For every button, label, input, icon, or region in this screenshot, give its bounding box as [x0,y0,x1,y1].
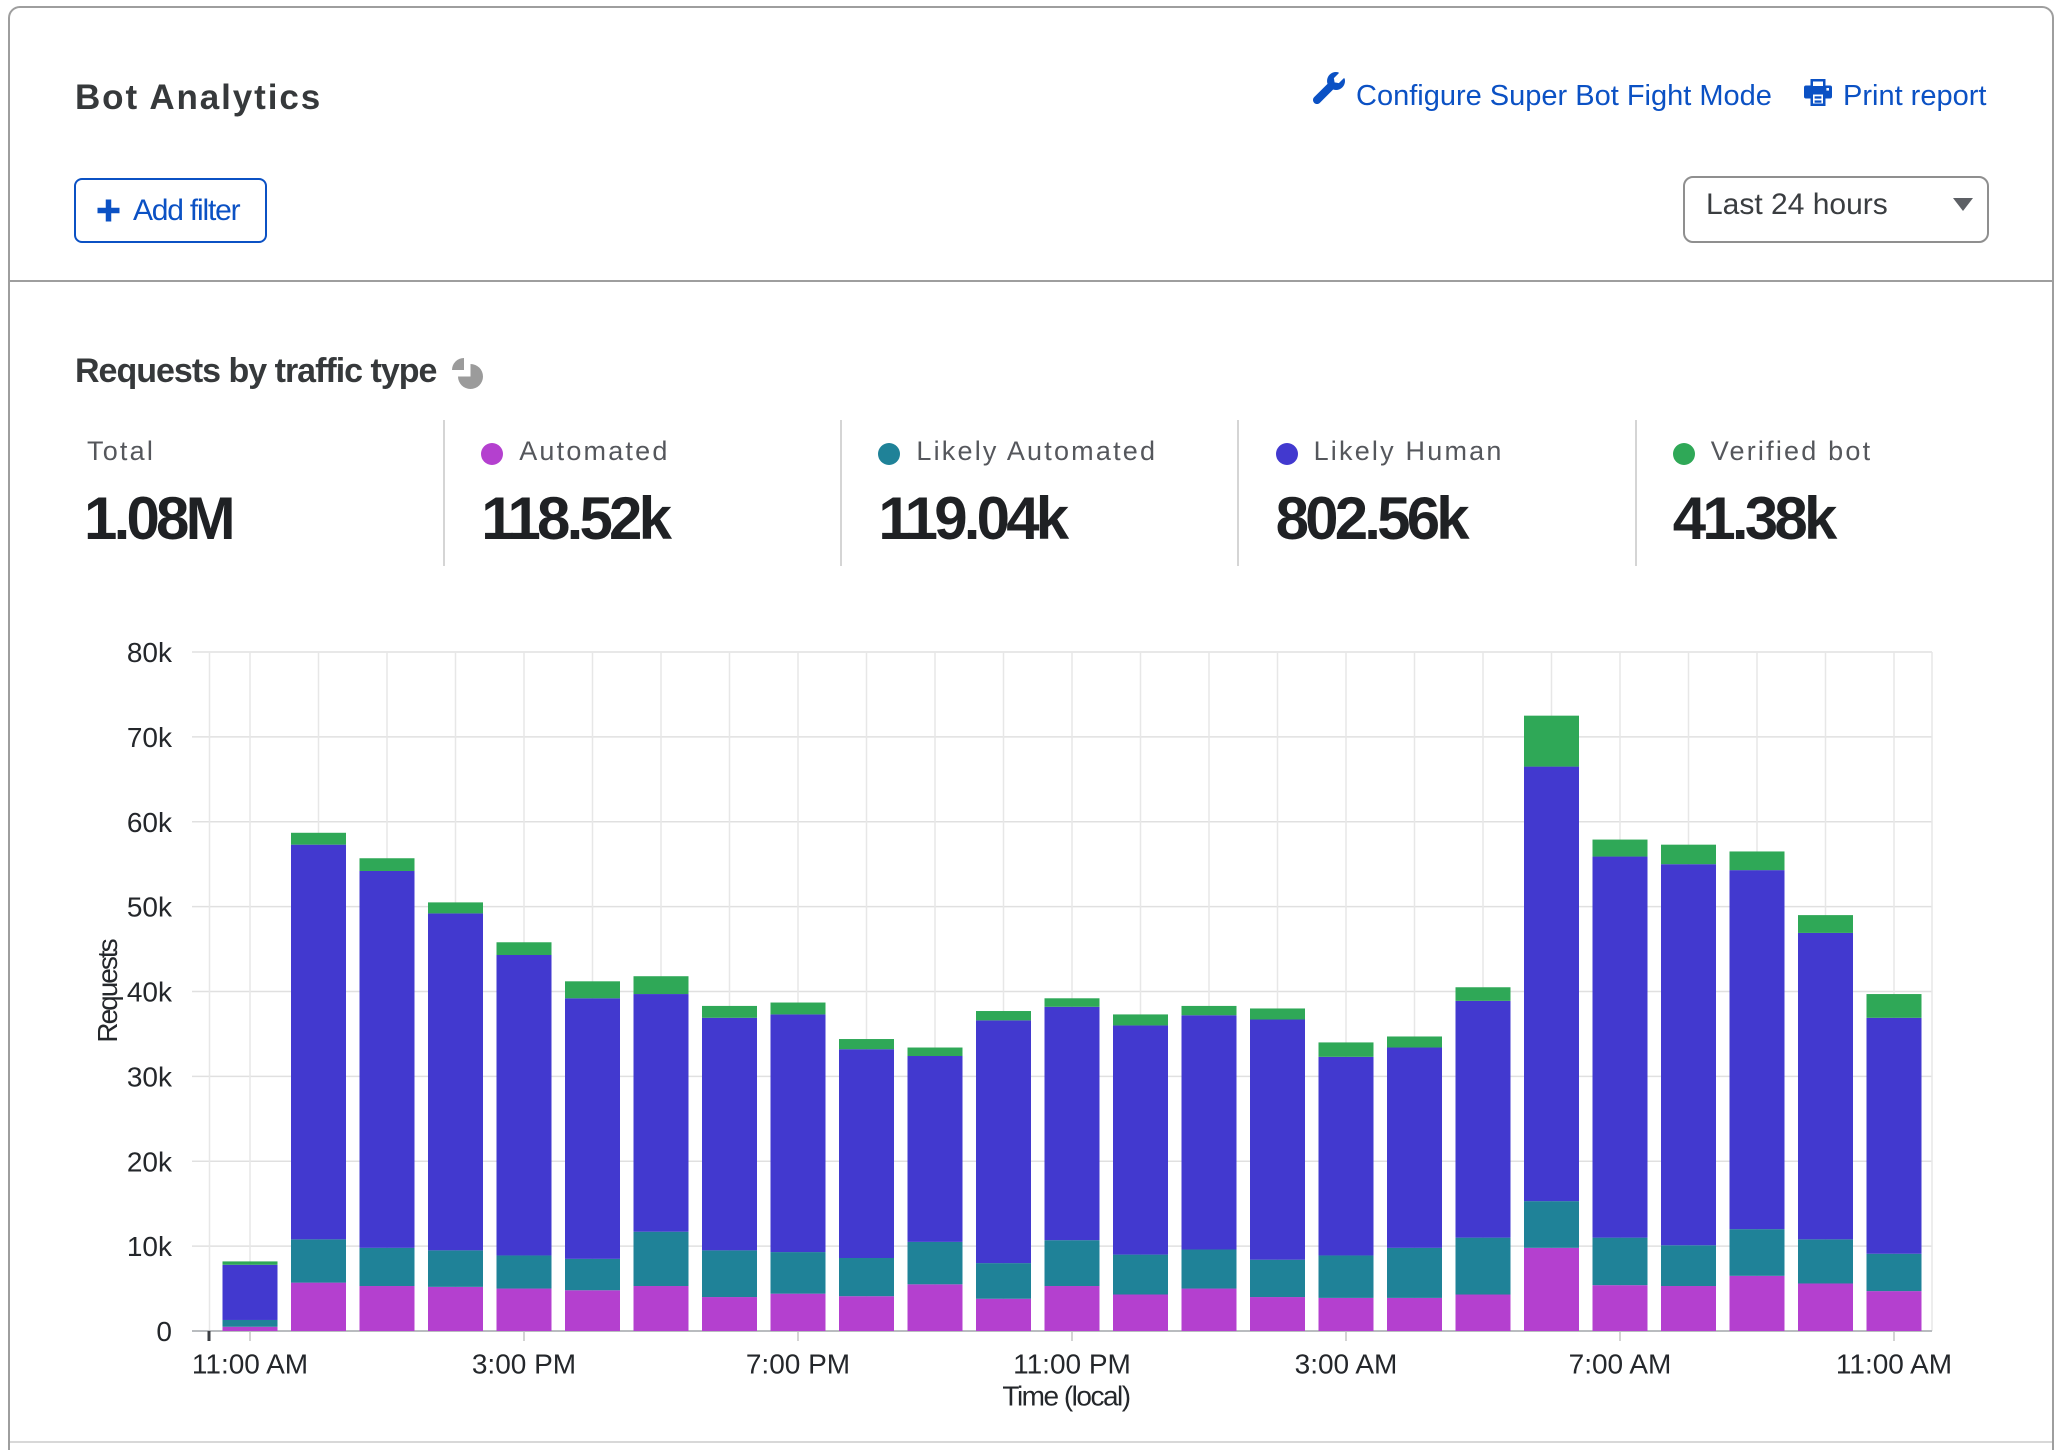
svg-text:Requests: Requests [92,939,123,1042]
svg-text:50k: 50k [127,892,173,923]
svg-text:20k: 20k [127,1146,173,1177]
svg-text:3:00 PM: 3:00 PM [472,1349,576,1380]
svg-text:40k: 40k [127,977,173,1008]
svg-text:80k: 80k [127,637,173,668]
svg-text:7:00 AM: 7:00 AM [1569,1349,1672,1380]
svg-text:11:00 PM: 11:00 PM [1013,1349,1131,1380]
svg-text:Time (local): Time (local) [1002,1381,1129,1412]
svg-text:11:00 AM: 11:00 AM [192,1349,308,1380]
svg-text:10k: 10k [127,1231,173,1262]
svg-text:7:00 PM: 7:00 PM [746,1349,850,1380]
svg-text:3:00 AM: 3:00 AM [1295,1349,1398,1380]
svg-text:70k: 70k [127,722,173,753]
svg-text:11:00 AM: 11:00 AM [1836,1349,1952,1380]
svg-text:0: 0 [156,1316,172,1347]
svg-text:30k: 30k [127,1061,173,1092]
svg-text:60k: 60k [127,807,173,838]
